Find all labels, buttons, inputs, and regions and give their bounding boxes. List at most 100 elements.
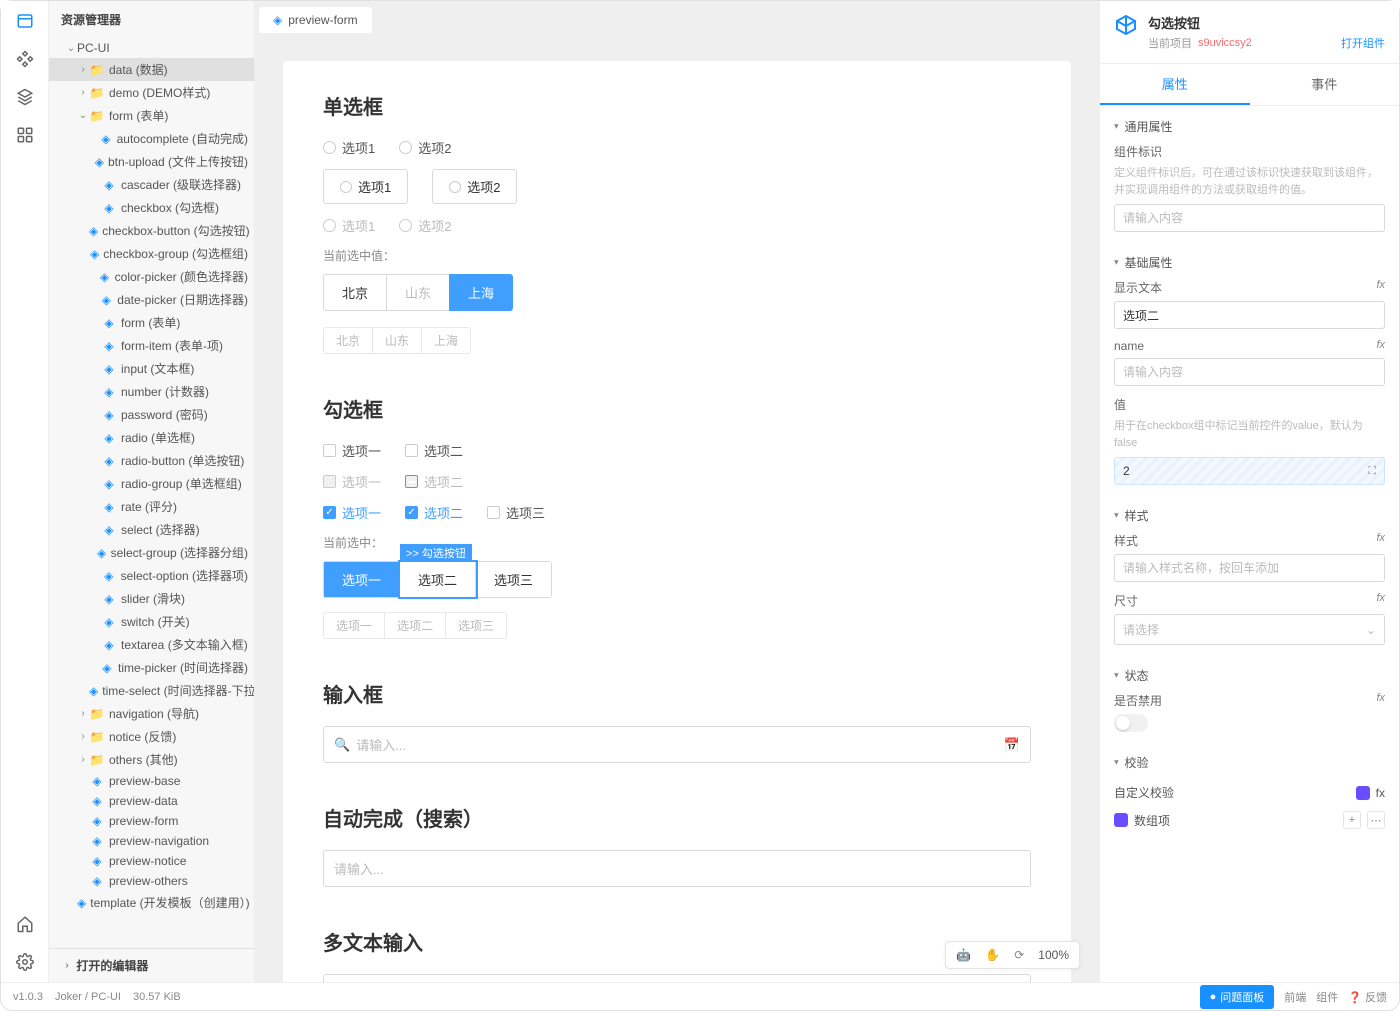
- tab-preview-form[interactable]: ◈preview-form: [259, 7, 372, 33]
- tree-item-file[interactable]: ◈preview-base: [49, 771, 254, 791]
- tree-folder-data[interactable]: ›📁data (数据): [49, 58, 254, 81]
- value-input[interactable]: 2 ⛶: [1114, 457, 1385, 485]
- cb-opt1[interactable]: 选项一: [323, 441, 381, 460]
- fx-name[interactable]: fx: [1376, 339, 1385, 353]
- section-basic[interactable]: 基础属性: [1114, 242, 1385, 279]
- inspector-panel: 勾选按钮 当前项目 s9uviccsy2 打开组件 属性 事件 通用属性 组件标…: [1099, 1, 1399, 982]
- editor-center: ◈preview-form 单选框 选项1 选项2 选项1 选项2: [255, 1, 1099, 982]
- inspector-tab-events[interactable]: 事件: [1250, 64, 1400, 105]
- component-link[interactable]: 组件: [1316, 989, 1338, 1005]
- autocomplete-input[interactable]: 请输入...: [323, 850, 1031, 887]
- hand-icon[interactable]: ✋: [985, 948, 1000, 962]
- section-validate[interactable]: 校验: [1114, 742, 1385, 779]
- tree-item-component[interactable]: ◈checkbox-button (勾选按钮): [49, 219, 254, 242]
- issues-panel-button[interactable]: ● 问题面板: [1200, 985, 1275, 1009]
- tree-folder-form[interactable]: ⌄📁form (表单): [49, 104, 254, 127]
- tree-item-component[interactable]: ◈cascader (级联选择器): [49, 173, 254, 196]
- cb-opt2[interactable]: 选项二: [405, 441, 463, 460]
- open-editors[interactable]: › 打开的编辑器: [49, 948, 254, 982]
- settings-icon[interactable]: [15, 952, 35, 972]
- fx-style[interactable]: fx: [1376, 532, 1385, 549]
- tree-item-component[interactable]: ◈password (密码): [49, 403, 254, 426]
- apps-icon[interactable]: [15, 125, 35, 145]
- more-array-item[interactable]: ⋯: [1367, 811, 1385, 829]
- home-icon[interactable]: [15, 914, 35, 934]
- radio-btn-opt2[interactable]: 选项2: [432, 169, 517, 204]
- city-bj[interactable]: 北京: [323, 274, 387, 311]
- tree-item-component[interactable]: ◈slider (滑块): [49, 587, 254, 610]
- radio-opt2[interactable]: 选项2: [399, 138, 451, 157]
- tree-folder-notice[interactable]: ›📁notice (反馈): [49, 725, 254, 748]
- textarea-input[interactable]: 请输入...: [323, 974, 1031, 982]
- radio-btn-opt1[interactable]: 选项1: [323, 169, 408, 204]
- fx-size[interactable]: fx: [1376, 592, 1385, 609]
- name-input[interactable]: [1114, 358, 1385, 386]
- expand-icon[interactable]: ⛶: [1368, 465, 1376, 478]
- disabled-toggle[interactable]: [1114, 714, 1148, 732]
- tree-item-component[interactable]: ◈btn-upload (文件上传按钮): [49, 150, 254, 173]
- section-title-radio: 单选框: [323, 91, 1031, 120]
- tree-item-component[interactable]: ◈radio-group (单选框组): [49, 472, 254, 495]
- fx-disabled[interactable]: fx: [1376, 692, 1385, 709]
- style-input[interactable]: [1114, 554, 1385, 582]
- tree-folder-demo[interactable]: ›📁demo (DEMO样式): [49, 81, 254, 104]
- tree-item-component[interactable]: ◈date-picker (日期选择器): [49, 288, 254, 311]
- tree-item-component[interactable]: ◈select-group (选择器分组): [49, 541, 254, 564]
- explorer-icon[interactable]: [15, 11, 35, 31]
- fx-displaytext[interactable]: fx: [1376, 279, 1385, 296]
- components-icon[interactable]: [15, 49, 35, 69]
- section-general[interactable]: 通用属性: [1114, 106, 1385, 143]
- section-style[interactable]: 样式: [1114, 495, 1385, 532]
- bot-icon[interactable]: 🤖: [956, 948, 971, 962]
- tree-item-component[interactable]: ◈radio (单选框): [49, 426, 254, 449]
- cb-btn-1[interactable]: 选项一: [324, 562, 400, 597]
- open-component-link[interactable]: 打开组件: [1341, 35, 1385, 51]
- tree-item-file[interactable]: ◈preview-notice: [49, 851, 254, 871]
- tree-root[interactable]: ⌄PC-UI: [49, 38, 254, 58]
- cb-opt3[interactable]: 选项三: [487, 503, 545, 522]
- tree-folder-navigation[interactable]: ›📁navigation (导航): [49, 702, 254, 725]
- tree-item-file[interactable]: ◈preview-data: [49, 791, 254, 811]
- feedback-link[interactable]: ❓ 反馈: [1348, 989, 1387, 1005]
- tree-item-file[interactable]: ◈preview-others: [49, 871, 254, 891]
- display-text-input[interactable]: [1114, 301, 1385, 329]
- tree-item-component[interactable]: ◈form-item (表单-项): [49, 334, 254, 357]
- layers-icon[interactable]: [15, 87, 35, 107]
- tree-item-component[interactable]: ◈color-picker (颜色选择器): [49, 265, 254, 288]
- tree-item-component[interactable]: ◈rate (评分): [49, 495, 254, 518]
- tree-item-file[interactable]: ◈preview-form: [49, 811, 254, 831]
- cb-btn-2-sm: 选项二: [384, 612, 446, 639]
- editor-tabs: ◈preview-form: [255, 1, 1099, 33]
- cb-opt1-chk[interactable]: ✓选项一: [323, 503, 381, 522]
- refresh-icon[interactable]: ⟳: [1014, 948, 1024, 962]
- tree-item-component[interactable]: ◈autocomplete (自动完成): [49, 127, 254, 150]
- tree-item-component[interactable]: ◈time-select (时间选择器-下拉选择): [49, 679, 254, 702]
- tree-folder-others[interactable]: ›📁others (其他): [49, 748, 254, 771]
- tree-item-component[interactable]: ◈textarea (多文本输入框): [49, 633, 254, 656]
- tree-item-component[interactable]: ◈select (选择器): [49, 518, 254, 541]
- tree-item-component[interactable]: ◈select-option (选择器项): [49, 564, 254, 587]
- cb-btn-2[interactable]: >> 勾选按钮 选项二: [400, 562, 476, 597]
- tree-item-component[interactable]: ◈time-picker (时间选择器): [49, 656, 254, 679]
- size-select[interactable]: 请选择⌄: [1114, 614, 1385, 645]
- cb-opt2-chk[interactable]: ✓选项二: [405, 503, 463, 522]
- comp-id-input[interactable]: [1114, 204, 1385, 232]
- inspector-tab-props[interactable]: 属性: [1100, 64, 1250, 105]
- tree-item-component[interactable]: ◈radio-button (单选按钮): [49, 449, 254, 472]
- tree-item-component[interactable]: ◈form (表单): [49, 311, 254, 334]
- add-array-item[interactable]: +: [1343, 811, 1361, 829]
- tree-item-component[interactable]: ◈checkbox (勾选框): [49, 196, 254, 219]
- tree-item-component[interactable]: ◈number (计数器): [49, 380, 254, 403]
- section-state[interactable]: 状态: [1114, 655, 1385, 692]
- tree-item-component[interactable]: ◈switch (开关): [49, 610, 254, 633]
- tree-item-component[interactable]: ◈input (文本框): [49, 357, 254, 380]
- fx-validate[interactable]: fx: [1376, 786, 1385, 800]
- tree-item-file[interactable]: ◈preview-navigation: [49, 831, 254, 851]
- radio-opt1[interactable]: 选项1: [323, 138, 375, 157]
- tree-item-component[interactable]: ◈checkbox-group (勾选框组): [49, 242, 254, 265]
- frontend-link[interactable]: 前端: [1284, 989, 1306, 1005]
- cb-btn-3[interactable]: 选项三: [476, 562, 551, 597]
- city-sh[interactable]: 上海: [449, 274, 513, 311]
- text-input[interactable]: 🔍 请输入... 📅: [323, 726, 1031, 763]
- tree-item-file[interactable]: ◈template (开发模板（创建用）): [49, 891, 254, 914]
